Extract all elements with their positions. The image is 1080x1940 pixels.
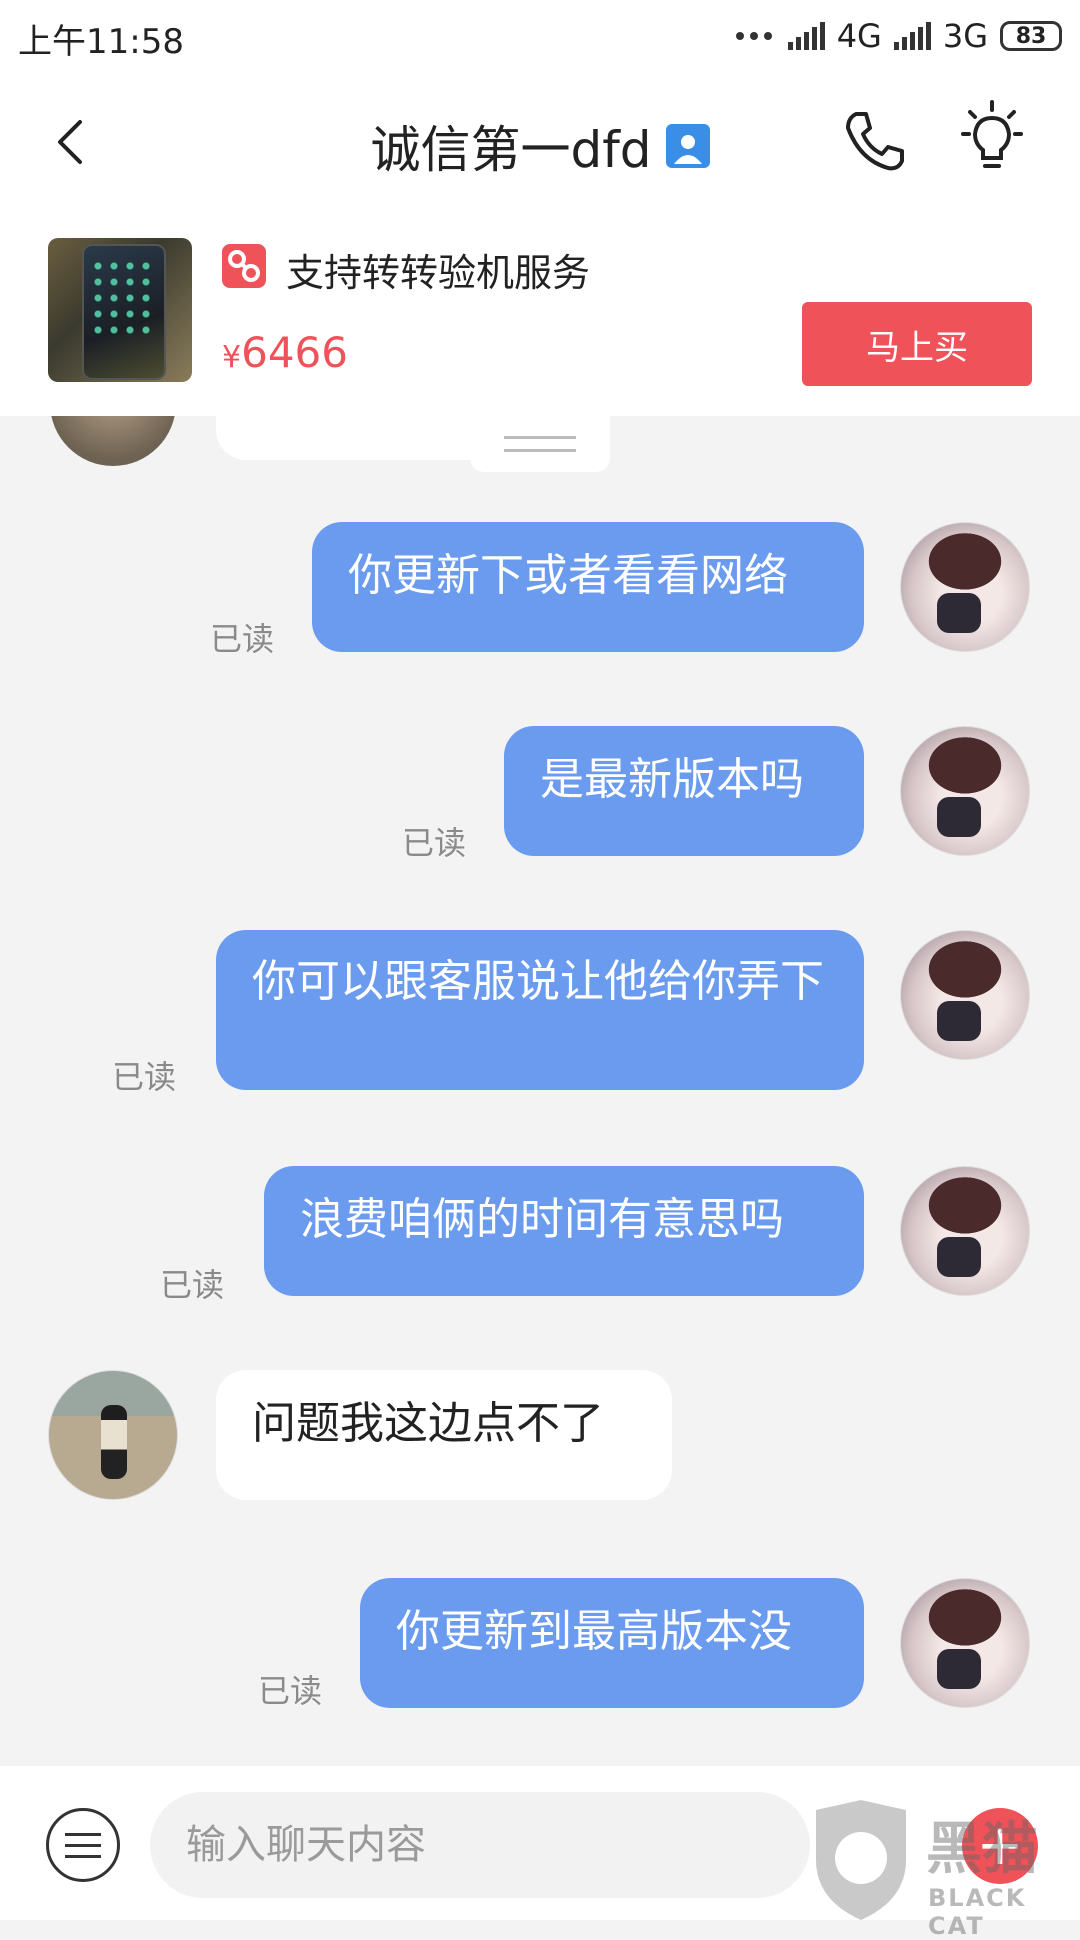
network-label-1: 4G bbox=[836, 17, 882, 55]
page-title: 诚信第一dfd bbox=[0, 110, 1080, 182]
message-bubble-sent[interactable]: 你可以跟客服说让他给你弄下 bbox=[216, 930, 864, 1090]
more-dots-icon bbox=[735, 32, 772, 40]
price-value: 6466 bbox=[241, 328, 348, 377]
cat-shield-icon bbox=[816, 1800, 906, 1920]
read-status: 已读 bbox=[258, 1672, 323, 1710]
currency-symbol: ¥ bbox=[222, 340, 242, 375]
phone-apps bbox=[90, 258, 154, 338]
read-status: 已读 bbox=[112, 1058, 177, 1096]
chat-area[interactable]: 已读 你更新下或者看看网络 已读 是最新版本吗 已读 你可以跟客服说让他给你弄下… bbox=[0, 416, 1080, 1766]
avatar-self[interactable] bbox=[900, 1166, 1030, 1296]
contact-name: 诚信第一dfd bbox=[370, 121, 652, 179]
status-time: 上午11:58 bbox=[18, 22, 184, 62]
avatar-self[interactable] bbox=[900, 522, 1030, 652]
read-status: 已读 bbox=[160, 1266, 225, 1304]
inspection-service-icon bbox=[222, 244, 266, 288]
avatar-self[interactable] bbox=[900, 930, 1030, 1060]
watermark-logo-text: 黑猫 bbox=[926, 1817, 1038, 1882]
avatar-self[interactable] bbox=[900, 1578, 1030, 1708]
message-bubble-sent[interactable]: 浪费咱俩的时间有意思吗 bbox=[264, 1166, 864, 1296]
network-label-2: 3G bbox=[942, 17, 988, 55]
verified-user-icon bbox=[665, 124, 710, 168]
signal-icon-2 bbox=[893, 22, 931, 50]
watermark-sub-text: BLACK CAT bbox=[928, 1884, 1027, 1940]
message-bubble-sent[interactable]: 你更新下或者看看网络 bbox=[312, 522, 864, 652]
message-bubble-received[interactable]: 问题我这边点不了 bbox=[216, 1370, 672, 1500]
avatar-other[interactable] bbox=[48, 1370, 178, 1500]
read-status: 已读 bbox=[210, 620, 275, 658]
buy-now-button[interactable]: 马上买 bbox=[802, 302, 1032, 386]
watermark: 黑猫 BLACK CAT bbox=[806, 1800, 1076, 1940]
message-bubble-sent[interactable]: 是最新版本吗 bbox=[504, 726, 864, 856]
lightbulb-icon[interactable] bbox=[955, 100, 1029, 180]
service-label: 支持转转验机服务 bbox=[286, 251, 591, 295]
chat-header: 诚信第一dfd bbox=[0, 76, 1080, 208]
product-price: ¥6466 bbox=[222, 328, 348, 377]
product-thumbnail[interactable] bbox=[48, 238, 192, 382]
phone-call-icon[interactable] bbox=[840, 106, 910, 176]
battery-icon: 83 bbox=[1000, 21, 1062, 51]
collapse-handle[interactable] bbox=[470, 416, 610, 472]
product-card[interactable]: 支持转转验机服务 ¥6466 马上买 bbox=[0, 208, 1080, 416]
message-bubble-sent[interactable]: 你更新到最高版本没 bbox=[360, 1578, 864, 1708]
status-bar: 上午11:58 4G 3G 83 bbox=[0, 0, 1080, 76]
chat-input[interactable] bbox=[150, 1792, 810, 1898]
avatar-other-partial[interactable] bbox=[50, 416, 176, 466]
menu-icon[interactable] bbox=[46, 1808, 120, 1882]
avatar-self[interactable] bbox=[900, 726, 1030, 856]
status-indicators: 4G 3G 83 bbox=[735, 14, 1062, 58]
signal-icon bbox=[787, 22, 825, 50]
message-bubble-partial bbox=[216, 416, 496, 460]
read-status: 已读 bbox=[402, 824, 467, 862]
